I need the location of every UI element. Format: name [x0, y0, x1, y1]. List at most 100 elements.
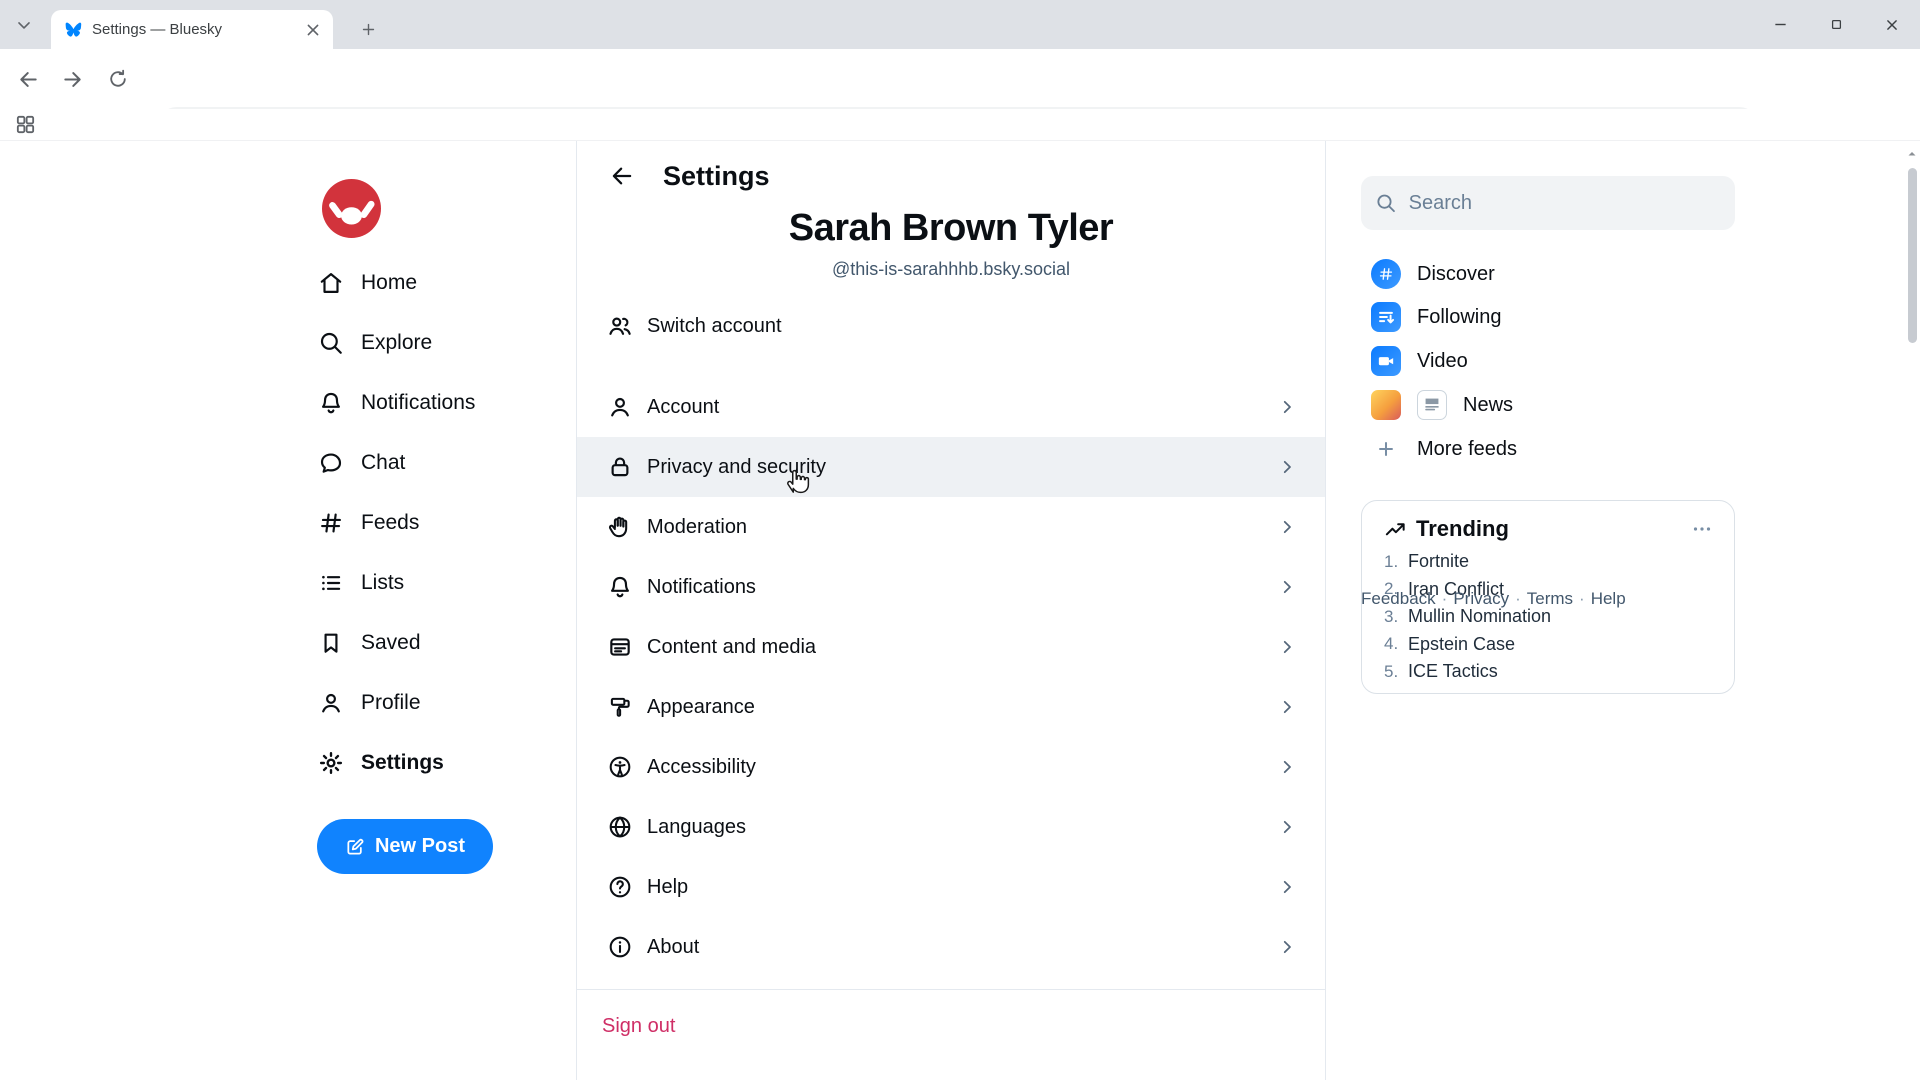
settings-row-label: Languages — [647, 816, 746, 839]
feed-item-following[interactable]: Following — [1371, 301, 1501, 333]
forward-nav-button[interactable] — [52, 59, 92, 99]
trending-item[interactable]: 4.Epstein Case — [1384, 631, 1734, 659]
trending-item[interactable]: 5. ICE Tactics — [1384, 658, 1734, 686]
search-input[interactable] — [1409, 192, 1721, 215]
settings-row-about[interactable]: About — [577, 917, 1325, 977]
scroll-up-button[interactable] — [1906, 148, 1918, 160]
back-button[interactable] — [605, 159, 639, 193]
settings-row-accessibility[interactable]: Accessibility — [577, 737, 1325, 797]
reload-button[interactable] — [98, 59, 138, 99]
window-icon — [607, 634, 633, 660]
scrollbar-thumb[interactable] — [1908, 168, 1917, 343]
following-feed-icon — [1371, 302, 1401, 332]
sidebar-item-label: Explore — [361, 331, 432, 355]
close-button[interactable] — [1864, 0, 1920, 49]
sign-out-button[interactable]: Sign out — [602, 1015, 675, 1038]
footer-link-terms[interactable]: Terms — [1527, 589, 1573, 608]
back-nav-button[interactable] — [8, 59, 48, 99]
chevron-right-icon — [1277, 817, 1297, 837]
feed-item-news[interactable]: News — [1371, 389, 1513, 421]
sidebar-item-home[interactable]: Home — [318, 253, 548, 313]
paint-roller-icon — [607, 694, 633, 720]
settings-row-notifications[interactable]: Notifications — [577, 557, 1325, 617]
settings-header: Settings — [577, 141, 1325, 211]
settings-row-content-and-media[interactable]: Content and media — [577, 617, 1325, 677]
bookmarks-bar — [0, 109, 1920, 141]
footer-link-help[interactable]: Help — [1591, 589, 1626, 608]
settings-row-label: Notifications — [647, 576, 756, 599]
hash-icon — [318, 510, 344, 536]
sidebar-item-lists[interactable]: Lists — [318, 553, 548, 613]
settings-row-privacy-and-security[interactable]: Privacy and security — [577, 437, 1325, 497]
bluesky-page: Home Explore Notifications Chat Feeds Li… — [0, 141, 1920, 1080]
trending-label: ICE Tactics — [1408, 661, 1498, 682]
sidebar-item-chat[interactable]: Chat — [318, 433, 548, 493]
footer-link-feedback[interactable]: Feedback — [1361, 589, 1436, 608]
new-post-button[interactable]: New Post — [317, 819, 493, 874]
arrow-left-icon — [609, 163, 635, 189]
avatar[interactable] — [322, 179, 381, 238]
sidebar-item-profile[interactable]: Profile — [318, 673, 548, 733]
chat-icon — [318, 450, 344, 476]
settings-row-languages[interactable]: Languages — [577, 797, 1325, 857]
sidebar-item-explore[interactable]: Explore — [318, 313, 548, 373]
chevron-right-icon — [1277, 397, 1297, 417]
feed-label: Following — [1417, 306, 1501, 329]
switch-account-row[interactable]: Switch account — [577, 297, 1325, 355]
sidebar-item-notifications[interactable]: Notifications — [318, 373, 548, 433]
list-icon — [318, 570, 344, 596]
settings-row-label: Accessibility — [647, 756, 756, 779]
footer-link-privacy[interactable]: Privacy — [1453, 589, 1509, 608]
page-title: Settings — [663, 161, 770, 192]
trending-list: 1.Fortnite 2.Iran Conflict 3.Mullin Nomi… — [1362, 548, 1734, 686]
settings-row-label: Account — [647, 396, 719, 419]
chevron-right-icon — [1277, 697, 1297, 717]
new-tab-button[interactable] — [352, 13, 384, 45]
chevron-right-icon — [1277, 757, 1297, 777]
discover-feed-icon — [1371, 259, 1401, 289]
apps-grid-button[interactable] — [14, 113, 37, 136]
sidebar-item-feeds[interactable]: Feeds — [318, 493, 548, 553]
trending-icon — [1384, 518, 1407, 541]
tab-search-button[interactable] — [14, 15, 34, 35]
separator: · — [1515, 589, 1521, 608]
separator: · — [1579, 589, 1585, 608]
sidebar-item-saved[interactable]: Saved — [318, 613, 548, 673]
newspaper-icon — [1417, 390, 1447, 420]
feed-item-discover[interactable]: Discover — [1371, 258, 1495, 290]
plus-icon — [1371, 434, 1401, 464]
trending-rank: 5. — [1384, 662, 1400, 682]
chevron-right-icon — [1277, 637, 1297, 657]
tab-close-button[interactable] — [303, 20, 323, 40]
feed-label: Video — [1417, 350, 1468, 373]
settings-row-appearance[interactable]: Appearance — [577, 677, 1325, 737]
more-feeds-button[interactable]: More feeds — [1371, 433, 1517, 465]
settings-row-help[interactable]: Help — [577, 857, 1325, 917]
trending-label: Mullin Nomination — [1408, 606, 1551, 627]
sidebar-item-label: Notifications — [361, 391, 475, 415]
trending-rank: 1. — [1384, 552, 1400, 572]
trending-rank: 4. — [1384, 634, 1400, 654]
settings-rows: Account Privacy and security Moderation … — [577, 377, 1325, 977]
browser-tab[interactable]: Settings — Bluesky — [51, 10, 333, 49]
footer-links: Feedback·Privacy·Terms·Help — [1361, 589, 1626, 609]
minimize-button[interactable] — [1752, 0, 1808, 49]
search-box[interactable] — [1361, 176, 1735, 230]
chevron-right-icon — [1277, 517, 1297, 537]
feed-item-video[interactable]: Video — [1371, 345, 1468, 377]
trending-menu-icon[interactable] — [1690, 517, 1714, 541]
news-feed-icon — [1371, 390, 1401, 420]
settings-row-label: Help — [647, 876, 688, 899]
maximize-button[interactable] — [1808, 0, 1864, 49]
bell-icon — [318, 390, 344, 416]
browser-toolbar: bsky.app/settings — [0, 49, 1920, 109]
settings-row-moderation[interactable]: Moderation — [577, 497, 1325, 557]
sidebar-item-settings[interactable]: Settings — [318, 733, 548, 793]
chevron-right-icon — [1277, 877, 1297, 897]
trending-item[interactable]: 1.Fortnite — [1384, 548, 1734, 576]
settings-row-label: Appearance — [647, 696, 755, 719]
search-icon — [318, 330, 344, 356]
settings-row-account[interactable]: Account — [577, 377, 1325, 437]
gear-icon — [318, 750, 344, 776]
sidebar-item-label: Feeds — [361, 511, 419, 535]
